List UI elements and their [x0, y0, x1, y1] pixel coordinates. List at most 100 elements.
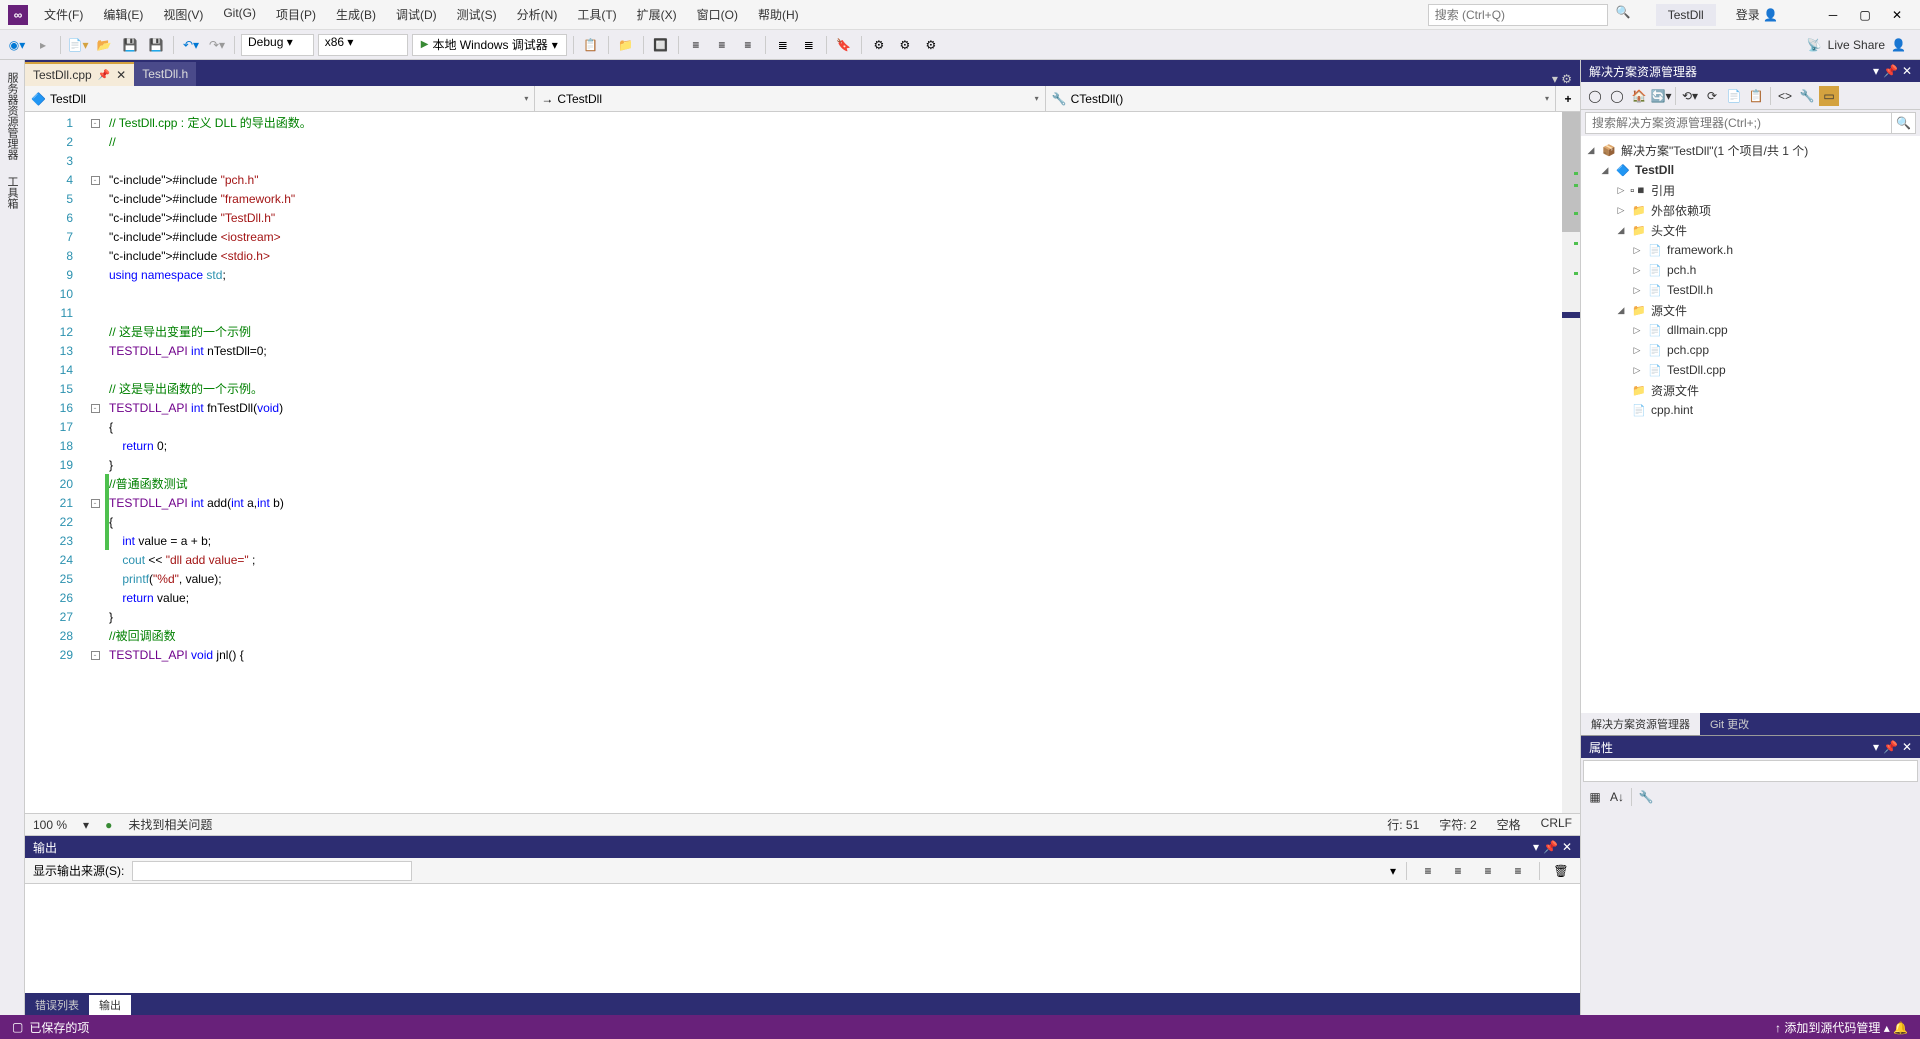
- output-close-icon[interactable]: ✕: [1562, 840, 1572, 854]
- expand-icon[interactable]: ▷: [1615, 185, 1627, 196]
- tree-external-deps[interactable]: ▷ 📁 外部依赖项: [1581, 200, 1920, 220]
- panel-dropdown-icon[interactable]: ▾: [1873, 64, 1879, 78]
- config-select[interactable]: Debug ▾: [241, 34, 314, 56]
- fwd-icon[interactable]: ◯: [1607, 86, 1627, 106]
- tree-headers-folder[interactable]: ◢ 📁 头文件: [1581, 220, 1920, 240]
- properties-icon[interactable]: 🔧: [1797, 86, 1817, 106]
- expand-icon[interactable]: ◢: [1585, 145, 1597, 156]
- menu-debug[interactable]: 调试(D): [388, 2, 445, 27]
- tree-testdll-cpp[interactable]: ▷📄 TestDll.cpp: [1581, 360, 1920, 380]
- pin-icon[interactable]: 📌: [98, 70, 110, 81]
- menu-analyze[interactable]: 分析(N): [509, 2, 566, 27]
- tb-icon-11[interactable]: ⚙: [920, 34, 942, 56]
- login-button[interactable]: 登录 👤: [1728, 2, 1786, 27]
- tb-icon-6[interactable]: ≡: [737, 34, 759, 56]
- tb-icon-10[interactable]: ⚙: [894, 34, 916, 56]
- menu-file[interactable]: 文件(F): [36, 2, 91, 27]
- props-close-icon[interactable]: ✕: [1902, 740, 1912, 754]
- server-explorer-tab[interactable]: 服务器资源管理器: [0, 64, 24, 168]
- solution-search-input[interactable]: [1585, 112, 1892, 134]
- menu-build[interactable]: 生成(B): [328, 2, 384, 27]
- output-tb-2[interactable]: ≡: [1447, 860, 1469, 882]
- tree-references[interactable]: ▷ ▫◾ 引用: [1581, 180, 1920, 200]
- vertical-scrollbar[interactable]: [1562, 112, 1580, 813]
- menu-test[interactable]: 测试(S): [449, 2, 505, 27]
- output-clear-button[interactable]: 🗑: [1550, 860, 1572, 882]
- error-list-tab[interactable]: 错误列表: [25, 995, 89, 1015]
- output-tb-1[interactable]: ≡: [1417, 860, 1439, 882]
- back-icon[interactable]: ◯: [1585, 86, 1605, 106]
- props-dropdown-icon[interactable]: ▾: [1873, 740, 1879, 754]
- tb-icon-7[interactable]: ≣: [772, 34, 794, 56]
- menu-edit[interactable]: 编辑(E): [95, 2, 151, 27]
- new-button[interactable]: 📄▾: [67, 34, 89, 56]
- code-editor[interactable]: 1234567891011121314151617181920212223242…: [25, 112, 1580, 813]
- menu-tools[interactable]: 工具(T): [569, 2, 624, 27]
- live-share-button[interactable]: Live Share: [1828, 38, 1885, 52]
- menu-view[interactable]: 视图(V): [155, 2, 211, 27]
- tab-gear-icon[interactable]: ⚙: [1561, 72, 1572, 86]
- tree-project[interactable]: ◢ 🔷 TestDll: [1581, 160, 1920, 180]
- tb-icon-9[interactable]: ⚙: [868, 34, 890, 56]
- zoom-level[interactable]: 100 %: [33, 818, 67, 832]
- save-button[interactable]: 💾: [119, 34, 141, 56]
- tree-sources-folder[interactable]: ◢ 📁 源文件: [1581, 300, 1920, 320]
- line-ending-indicator[interactable]: CRLF: [1541, 816, 1572, 833]
- sync-icon[interactable]: ⟲▾: [1680, 86, 1700, 106]
- save-all-button[interactable]: 💾: [145, 34, 167, 56]
- menu-git[interactable]: Git(G): [215, 2, 264, 27]
- refresh-icon[interactable]: ⟳: [1702, 86, 1722, 106]
- start-debug-button[interactable]: ▶ 本地 Windows 调试器 ▾: [412, 34, 567, 56]
- menu-project[interactable]: 项目(P): [268, 2, 324, 27]
- back-button[interactable]: ◉▾: [6, 34, 28, 56]
- toolbox-tab[interactable]: 工具箱: [0, 168, 24, 217]
- minimize-button[interactable]: ─: [1818, 4, 1848, 26]
- tree-framework-h[interactable]: ▷📄 framework.h: [1581, 240, 1920, 260]
- output-tb-4[interactable]: ≡: [1507, 860, 1529, 882]
- open-button[interactable]: 📂: [93, 34, 115, 56]
- menu-window[interactable]: 窗口(O): [689, 2, 746, 27]
- char-indicator[interactable]: 字符: 2: [1439, 816, 1476, 833]
- source-control-status[interactable]: ↑ 添加到源代码管理 ▴ 🔔: [1775, 1019, 1908, 1036]
- tb-icon-1[interactable]: 📋: [580, 34, 602, 56]
- tb-icon-2[interactable]: 📁: [615, 34, 637, 56]
- tree-resources-folder[interactable]: 📁 资源文件: [1581, 380, 1920, 400]
- class-combo[interactable]: → CTestDll ▾: [535, 86, 1045, 111]
- preview-icon[interactable]: ▭: [1819, 86, 1839, 106]
- tb-icon-4[interactable]: ≡: [685, 34, 707, 56]
- tree-pch-h[interactable]: ▷📄 pch.h: [1581, 260, 1920, 280]
- search-input[interactable]: [1428, 4, 1608, 26]
- member-combo[interactable]: 🔧 CTestDll() ▾: [1046, 86, 1556, 111]
- tree-testdll-h[interactable]: ▷📄 TestDll.h: [1581, 280, 1920, 300]
- output-source-select[interactable]: [132, 861, 412, 881]
- close-tab-icon[interactable]: ✕: [116, 68, 126, 82]
- undo-button[interactable]: ↶▾: [180, 34, 202, 56]
- redo-button[interactable]: ↷▾: [206, 34, 228, 56]
- platform-select[interactable]: x86 ▾: [318, 34, 408, 56]
- props-object-select[interactable]: [1583, 760, 1918, 782]
- output-tb-3[interactable]: ≡: [1477, 860, 1499, 882]
- alphabetize-icon[interactable]: A↓: [1607, 787, 1627, 807]
- tab-dropdown-icon[interactable]: ▾: [1552, 72, 1558, 86]
- output-tab[interactable]: 输出: [89, 995, 131, 1015]
- git-changes-tab[interactable]: Git 更改: [1700, 713, 1759, 735]
- tab-testdll-cpp[interactable]: TestDll.cpp 📌 ✕: [25, 62, 134, 86]
- home-icon[interactable]: 🏠: [1629, 86, 1649, 106]
- output-content[interactable]: [25, 884, 1580, 993]
- output-pin-icon[interactable]: 📌: [1543, 840, 1558, 854]
- tab-testdll-h[interactable]: TestDll.h: [134, 62, 196, 86]
- tree-solution-root[interactable]: ◢ 📦 解决方案"TestDll"(1 个项目/共 1 个): [1581, 140, 1920, 160]
- fold-column[interactable]: - - - - -: [85, 112, 105, 813]
- maximize-button[interactable]: ▢: [1850, 4, 1880, 26]
- close-button[interactable]: ✕: [1882, 4, 1912, 26]
- props-wrench-icon[interactable]: 🔧: [1636, 787, 1656, 807]
- line-indicator[interactable]: 行: 51: [1387, 816, 1419, 833]
- expand-icon[interactable]: ◢: [1615, 225, 1627, 236]
- scope-combo[interactable]: 🔷 TestDll ▾: [25, 86, 535, 111]
- user-icon[interactable]: 👤: [1891, 38, 1906, 52]
- panel-close-icon[interactable]: ✕: [1902, 64, 1912, 78]
- expand-icon[interactable]: ◢: [1615, 305, 1627, 316]
- search-icon[interactable]: 🔍: [1616, 5, 1636, 25]
- properties-grid[interactable]: [1581, 810, 1920, 1015]
- tree-pch-cpp[interactable]: ▷📄 pch.cpp: [1581, 340, 1920, 360]
